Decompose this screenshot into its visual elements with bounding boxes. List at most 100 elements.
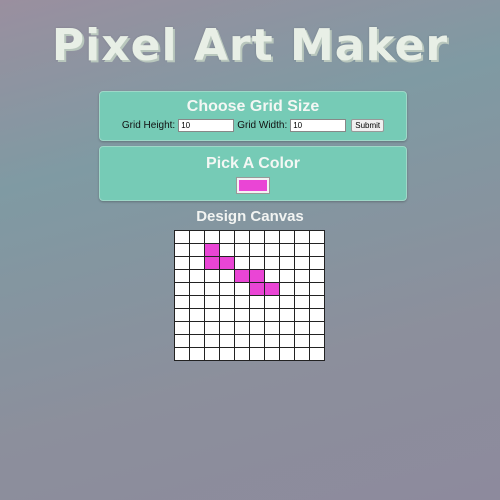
grid-cell[interactable] xyxy=(234,256,250,270)
grid-cell[interactable] xyxy=(294,321,310,335)
grid-cell[interactable] xyxy=(204,295,220,309)
grid-cell[interactable] xyxy=(219,321,235,335)
grid-cell[interactable] xyxy=(174,308,190,322)
grid-cell[interactable] xyxy=(264,347,280,361)
grid-cell[interactable] xyxy=(309,256,325,270)
grid-cell[interactable] xyxy=(204,230,220,244)
grid-cell[interactable] xyxy=(249,308,265,322)
grid-cell[interactable] xyxy=(189,308,205,322)
grid-cell[interactable] xyxy=(189,282,205,296)
grid-cell[interactable] xyxy=(204,282,220,296)
grid-cell[interactable] xyxy=(264,295,280,309)
grid-cell[interactable] xyxy=(189,256,205,270)
grid-cell[interactable] xyxy=(204,243,220,257)
design-canvas-grid[interactable] xyxy=(174,230,325,361)
grid-cell[interactable] xyxy=(279,243,295,257)
grid-cell[interactable] xyxy=(189,334,205,348)
grid-cell[interactable] xyxy=(294,256,310,270)
grid-cell[interactable] xyxy=(249,230,265,244)
grid-cell[interactable] xyxy=(294,230,310,244)
grid-cell[interactable] xyxy=(294,282,310,296)
grid-cell[interactable] xyxy=(234,321,250,335)
grid-cell[interactable] xyxy=(264,230,280,244)
grid-cell[interactable] xyxy=(309,269,325,283)
grid-cell[interactable] xyxy=(294,308,310,322)
grid-cell[interactable] xyxy=(309,308,325,322)
grid-cell[interactable] xyxy=(249,295,265,309)
grid-cell[interactable] xyxy=(264,243,280,257)
grid-cell[interactable] xyxy=(249,321,265,335)
grid-cell[interactable] xyxy=(249,256,265,270)
grid-cell[interactable] xyxy=(279,282,295,296)
grid-cell[interactable] xyxy=(234,243,250,257)
grid-cell[interactable] xyxy=(204,256,220,270)
grid-cell[interactable] xyxy=(219,269,235,283)
grid-cell[interactable] xyxy=(249,282,265,296)
grid-cell[interactable] xyxy=(264,269,280,283)
grid-cell[interactable] xyxy=(264,256,280,270)
grid-cell[interactable] xyxy=(219,230,235,244)
grid-cell[interactable] xyxy=(174,282,190,296)
grid-height-input[interactable] xyxy=(178,119,235,132)
color-picker-swatch[interactable] xyxy=(236,177,270,194)
grid-cell[interactable] xyxy=(294,243,310,257)
grid-cell[interactable] xyxy=(249,243,265,257)
grid-width-input[interactable] xyxy=(290,119,347,132)
grid-cell[interactable] xyxy=(174,256,190,270)
grid-cell[interactable] xyxy=(279,321,295,335)
grid-cell[interactable] xyxy=(204,347,220,361)
grid-cell[interactable] xyxy=(219,334,235,348)
grid-cell[interactable] xyxy=(234,334,250,348)
grid-cell[interactable] xyxy=(174,347,190,361)
grid-cell[interactable] xyxy=(309,347,325,361)
grid-cell[interactable] xyxy=(309,295,325,309)
grid-cell[interactable] xyxy=(219,282,235,296)
grid-cell[interactable] xyxy=(279,308,295,322)
grid-cell[interactable] xyxy=(294,334,310,348)
grid-cell[interactable] xyxy=(279,295,295,309)
grid-cell[interactable] xyxy=(264,282,280,296)
grid-cell[interactable] xyxy=(219,243,235,257)
grid-cell[interactable] xyxy=(279,230,295,244)
grid-cell[interactable] xyxy=(309,282,325,296)
grid-cell[interactable] xyxy=(264,321,280,335)
grid-cell[interactable] xyxy=(174,230,190,244)
grid-cell[interactable] xyxy=(234,347,250,361)
grid-cell[interactable] xyxy=(189,321,205,335)
grid-cell[interactable] xyxy=(204,269,220,283)
grid-cell[interactable] xyxy=(279,269,295,283)
grid-cell[interactable] xyxy=(279,334,295,348)
grid-cell[interactable] xyxy=(189,295,205,309)
grid-cell[interactable] xyxy=(249,334,265,348)
grid-cell[interactable] xyxy=(219,308,235,322)
grid-cell[interactable] xyxy=(234,230,250,244)
grid-cell[interactable] xyxy=(219,295,235,309)
grid-cell[interactable] xyxy=(279,347,295,361)
grid-cell[interactable] xyxy=(309,243,325,257)
grid-cell[interactable] xyxy=(309,321,325,335)
grid-cell[interactable] xyxy=(294,269,310,283)
grid-cell[interactable] xyxy=(204,308,220,322)
grid-cell[interactable] xyxy=(309,230,325,244)
grid-cell[interactable] xyxy=(174,243,190,257)
grid-cell[interactable] xyxy=(174,269,190,283)
grid-cell[interactable] xyxy=(249,347,265,361)
grid-cell[interactable] xyxy=(234,308,250,322)
grid-cell[interactable] xyxy=(264,308,280,322)
grid-cell[interactable] xyxy=(174,295,190,309)
submit-button[interactable]: Submit xyxy=(351,119,385,132)
grid-cell[interactable] xyxy=(204,321,220,335)
grid-cell[interactable] xyxy=(234,282,250,296)
grid-cell[interactable] xyxy=(234,269,250,283)
grid-cell[interactable] xyxy=(189,230,205,244)
grid-cell[interactable] xyxy=(219,256,235,270)
grid-cell[interactable] xyxy=(174,321,190,335)
grid-cell[interactable] xyxy=(189,347,205,361)
grid-cell[interactable] xyxy=(219,347,235,361)
grid-cell[interactable] xyxy=(294,347,310,361)
grid-cell[interactable] xyxy=(249,269,265,283)
grid-cell[interactable] xyxy=(294,295,310,309)
grid-cell[interactable] xyxy=(234,295,250,309)
grid-cell[interactable] xyxy=(264,334,280,348)
grid-cell[interactable] xyxy=(309,334,325,348)
